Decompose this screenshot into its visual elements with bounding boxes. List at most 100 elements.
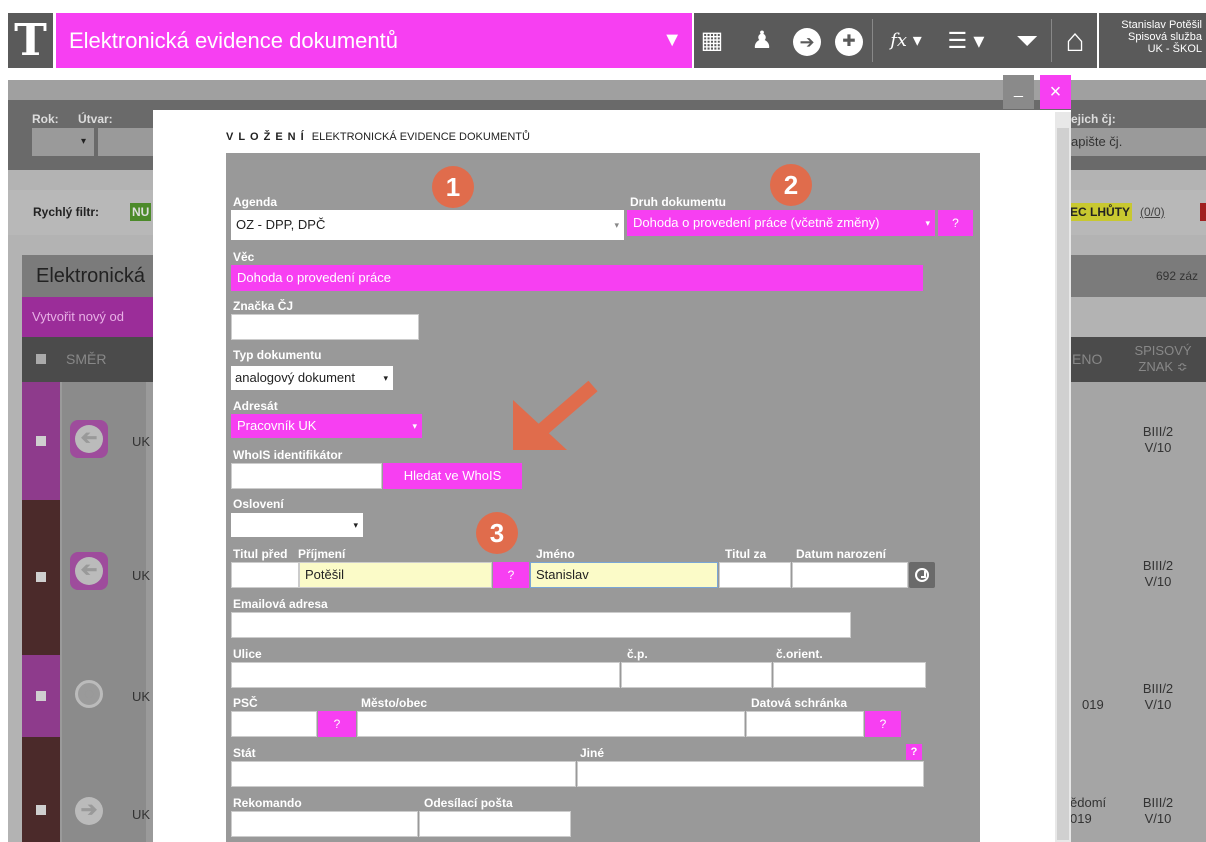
jine-input[interactable] bbox=[577, 761, 924, 787]
filter-label-rok: Rok: bbox=[32, 112, 59, 126]
row-select-cell bbox=[22, 500, 60, 655]
osloveni-label: Oslovení bbox=[233, 497, 284, 511]
rekomando-input[interactable] bbox=[231, 811, 418, 837]
agenda-value: OZ - DPP, DPČ bbox=[236, 217, 326, 232]
whois-label: WhoIS identifikátor bbox=[233, 448, 343, 462]
jmeno-label: Jméno bbox=[536, 547, 575, 561]
typ-value: analogový dokument bbox=[235, 370, 355, 385]
plus-circle-icon[interactable]: ✚ bbox=[832, 13, 866, 68]
row-checkbox[interactable] bbox=[36, 436, 46, 446]
titul-za-input[interactable] bbox=[719, 562, 791, 588]
row-checkbox[interactable] bbox=[36, 691, 46, 701]
email-input[interactable] bbox=[231, 612, 851, 638]
filter-cj-input[interactable]: apište čj. bbox=[1071, 128, 1206, 156]
cp-input[interactable] bbox=[621, 662, 772, 688]
grid-icon[interactable]: ▦ bbox=[694, 13, 730, 68]
user-info[interactable]: Stanislav Potěšil Spisová služba UK - ŠK… bbox=[1099, 13, 1206, 68]
whois-search-button[interactable]: Hledat ve WhoIS bbox=[383, 463, 522, 489]
row-sender: UK bbox=[132, 568, 151, 583]
row-date: ědomí 019 bbox=[1070, 795, 1107, 826]
row-checkbox[interactable] bbox=[36, 805, 46, 815]
home-icon[interactable]: ⌂ bbox=[1056, 13, 1094, 68]
user-unit: UK - ŠKOL bbox=[1147, 43, 1202, 55]
arrow-left-circle-icon: ➔ bbox=[70, 552, 108, 590]
column-spisovy-znak[interactable]: SPISOVÝ ZNAK ≎ bbox=[1128, 343, 1198, 375]
minimize-button[interactable]: _ bbox=[1003, 75, 1034, 109]
jmeno-input[interactable]: Stanislav bbox=[530, 562, 718, 588]
quick-filter-label: Rychlý filtr: bbox=[33, 205, 100, 219]
druh-select[interactable]: Dohoda o provedení práce (včetně změny) … bbox=[627, 210, 935, 236]
odesilaci-label: Odesílací pošta bbox=[424, 796, 513, 810]
typ-select[interactable]: analogový dokument ▾ bbox=[231, 366, 393, 390]
chevron-down-icon: ▾ bbox=[383, 373, 388, 383]
odesilaci-input[interactable] bbox=[419, 811, 571, 837]
list-title: Elektronická bbox=[36, 265, 145, 287]
jine-help-button[interactable]: ? bbox=[906, 744, 922, 760]
row-file-code: BIII/2 V/10 bbox=[1128, 558, 1188, 590]
row-checkbox[interactable] bbox=[36, 572, 46, 582]
column-jmeno[interactable]: ENO bbox=[1072, 351, 1102, 367]
arrow-right-circle-icon: ➔ bbox=[70, 792, 108, 830]
row-sender: UK bbox=[132, 807, 151, 822]
list-icon[interactable]: ☰ ▾ bbox=[938, 13, 994, 68]
corient-input[interactable] bbox=[773, 662, 926, 688]
mesto-input[interactable] bbox=[357, 711, 745, 737]
column-smer[interactable]: SMĚR bbox=[66, 351, 106, 367]
titul-pred-label: Titul před bbox=[233, 547, 288, 561]
app-switch-caret-icon[interactable]: ▼ bbox=[662, 13, 682, 68]
titul-za-label: Titul za bbox=[725, 547, 767, 561]
arrow-right-circle-icon[interactable]: ➔ bbox=[790, 13, 824, 68]
znacka-input[interactable] bbox=[231, 314, 419, 340]
filter-icon[interactable]: ⏷ bbox=[1008, 13, 1046, 68]
prijmeni-help-button[interactable]: ? bbox=[493, 562, 529, 588]
psc-input[interactable] bbox=[231, 711, 317, 737]
close-button[interactable]: × bbox=[1040, 75, 1071, 109]
whois-input[interactable] bbox=[231, 463, 382, 489]
circle-icon: ○ bbox=[70, 675, 108, 713]
prijmeni-input[interactable]: Potěšil bbox=[299, 562, 492, 588]
person-icon[interactable]: ♟ bbox=[748, 13, 776, 68]
row-file-code: BIII/2 V/10 bbox=[1128, 681, 1188, 713]
quick-filter-deadline-chip[interactable]: EC LHŮTY bbox=[1068, 203, 1132, 221]
user-name: Stanislav Potěšil bbox=[1121, 19, 1202, 31]
druh-help-button[interactable]: ? bbox=[938, 210, 973, 236]
ulice-input[interactable] bbox=[231, 662, 620, 688]
ulice-label: Ulice bbox=[233, 647, 262, 661]
select-all-checkbox[interactable] bbox=[36, 354, 46, 364]
adresat-select[interactable]: Pracovník UK ▾ bbox=[231, 414, 422, 438]
function-icon[interactable]: f𝑥 ▾ bbox=[878, 13, 934, 68]
row-file-code-1: BIII/2 bbox=[1142, 795, 1174, 810]
quick-filter-deadline-count[interactable]: (0/0) bbox=[1140, 205, 1165, 219]
vec-input[interactable]: Dohoda o provedení práce bbox=[231, 265, 923, 291]
psc-label: PSČ bbox=[233, 696, 258, 710]
datova-input[interactable] bbox=[746, 711, 864, 737]
row-direction-cell: ➔ bbox=[62, 737, 146, 842]
druh-value: Dohoda o provedení práce (včetně změny) bbox=[633, 215, 880, 230]
row-file-code: BIII/2 V/10 bbox=[1128, 795, 1188, 827]
row-file-code-1: BIII/2 bbox=[1142, 558, 1174, 573]
datum-label: Datum narození bbox=[796, 547, 887, 561]
clock-icon[interactable] bbox=[909, 562, 935, 588]
typ-label: Typ dokumentu bbox=[233, 348, 322, 362]
scrollbar-thumb[interactable] bbox=[1057, 128, 1069, 840]
titul-pred-input[interactable] bbox=[231, 562, 299, 588]
filter-utvar-select[interactable] bbox=[98, 128, 153, 156]
row-file-code-2: V/10 bbox=[1144, 697, 1172, 712]
stat-input[interactable] bbox=[231, 761, 576, 787]
arrow-left-glyph: ➔ bbox=[75, 557, 103, 585]
osloveni-select[interactable]: ▾ bbox=[231, 513, 363, 537]
filter-rok-select[interactable]: ▾ bbox=[32, 128, 94, 156]
datova-help-button[interactable]: ? bbox=[865, 711, 901, 737]
dialog-scrollbar[interactable] bbox=[1055, 112, 1071, 842]
arrow-left-glyph: ➔ bbox=[75, 425, 103, 453]
toolbar: ▦ ♟ ➔ ✚ f𝑥 ▾ ☰ ▾ ⏷ ⌂ bbox=[694, 13, 1097, 68]
app-title[interactable]: Elektronická evidence dokumentů ▼ bbox=[56, 13, 692, 68]
datova-label: Datová schránka bbox=[751, 696, 848, 710]
quick-filter-red-chip[interactable] bbox=[1200, 203, 1206, 221]
quick-filter-chip[interactable]: NU bbox=[130, 203, 152, 221]
datum-input[interactable] bbox=[792, 562, 908, 588]
agenda-select[interactable]: OZ - DPP, DPČ ▾ bbox=[231, 210, 624, 240]
psc-help-button[interactable]: ? bbox=[318, 711, 356, 737]
znacka-label: Značka ČJ bbox=[233, 299, 294, 313]
app-logo[interactable]: T bbox=[8, 13, 53, 68]
